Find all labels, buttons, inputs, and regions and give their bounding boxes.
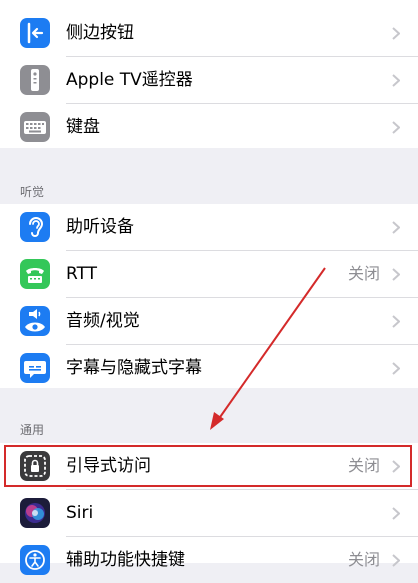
ear-icon bbox=[20, 212, 50, 242]
row-label: 键盘 bbox=[66, 117, 100, 137]
highlight-box bbox=[4, 445, 412, 487]
row-label: Siri bbox=[66, 503, 94, 523]
row-apple-tv-remote[interactable]: Apple TV遥控器 bbox=[0, 57, 418, 103]
top-settings-group: 侧边按钮 Apple TV遥控器 键盘 bbox=[0, 0, 418, 148]
row-label: Apple TV遥控器 bbox=[66, 70, 193, 90]
remote-icon bbox=[20, 65, 50, 95]
row-keyboard[interactable]: 键盘 bbox=[0, 104, 418, 150]
chevron-right-icon bbox=[392, 362, 400, 375]
chevron-right-icon bbox=[392, 554, 400, 567]
audio-visual-icon bbox=[20, 306, 50, 336]
chevron-right-icon bbox=[392, 268, 400, 281]
row-label: 辅助功能快捷键 bbox=[66, 550, 185, 570]
chevron-right-icon bbox=[392, 221, 400, 234]
row-label: 助听设备 bbox=[66, 217, 134, 237]
row-value: 关闭 bbox=[347, 550, 380, 569]
chevron-right-icon bbox=[392, 315, 400, 328]
chevron-right-icon bbox=[392, 121, 400, 134]
chevron-right-icon bbox=[392, 74, 400, 87]
row-hearing-devices[interactable]: 助听设备 bbox=[0, 204, 418, 250]
subtitles-icon bbox=[20, 353, 50, 383]
hearing-settings-group: 助听设备 RTT 关闭 音频/视觉 字幕与隐藏式字幕 bbox=[0, 204, 418, 388]
row-side-button[interactable]: 侧边按钮 bbox=[0, 10, 418, 56]
keyboard-icon bbox=[20, 112, 50, 142]
row-subtitles-captioning[interactable]: 字幕与隐藏式字幕 bbox=[0, 345, 418, 391]
section-header-general: 通用 bbox=[20, 423, 45, 437]
accessibility-icon bbox=[20, 545, 50, 575]
row-siri[interactable]: Siri bbox=[0, 490, 418, 536]
row-rtt[interactable]: RTT 关闭 bbox=[0, 251, 418, 297]
siri-icon bbox=[20, 498, 50, 528]
row-accessibility-shortcut[interactable]: 辅助功能快捷键 关闭 bbox=[0, 537, 418, 583]
row-label: 字幕与隐藏式字幕 bbox=[66, 358, 202, 378]
row-label: RTT bbox=[66, 264, 98, 284]
chevron-right-icon bbox=[392, 27, 400, 40]
tty-icon bbox=[20, 259, 50, 289]
chevron-right-icon bbox=[392, 507, 400, 520]
row-audio-visual[interactable]: 音频/视觉 bbox=[0, 298, 418, 344]
row-label: 音频/视觉 bbox=[66, 311, 140, 331]
side-button-icon bbox=[20, 18, 50, 48]
section-header-hearing: 听觉 bbox=[20, 185, 45, 199]
row-value: 关闭 bbox=[347, 264, 380, 283]
row-label: 侧边按钮 bbox=[66, 23, 134, 43]
